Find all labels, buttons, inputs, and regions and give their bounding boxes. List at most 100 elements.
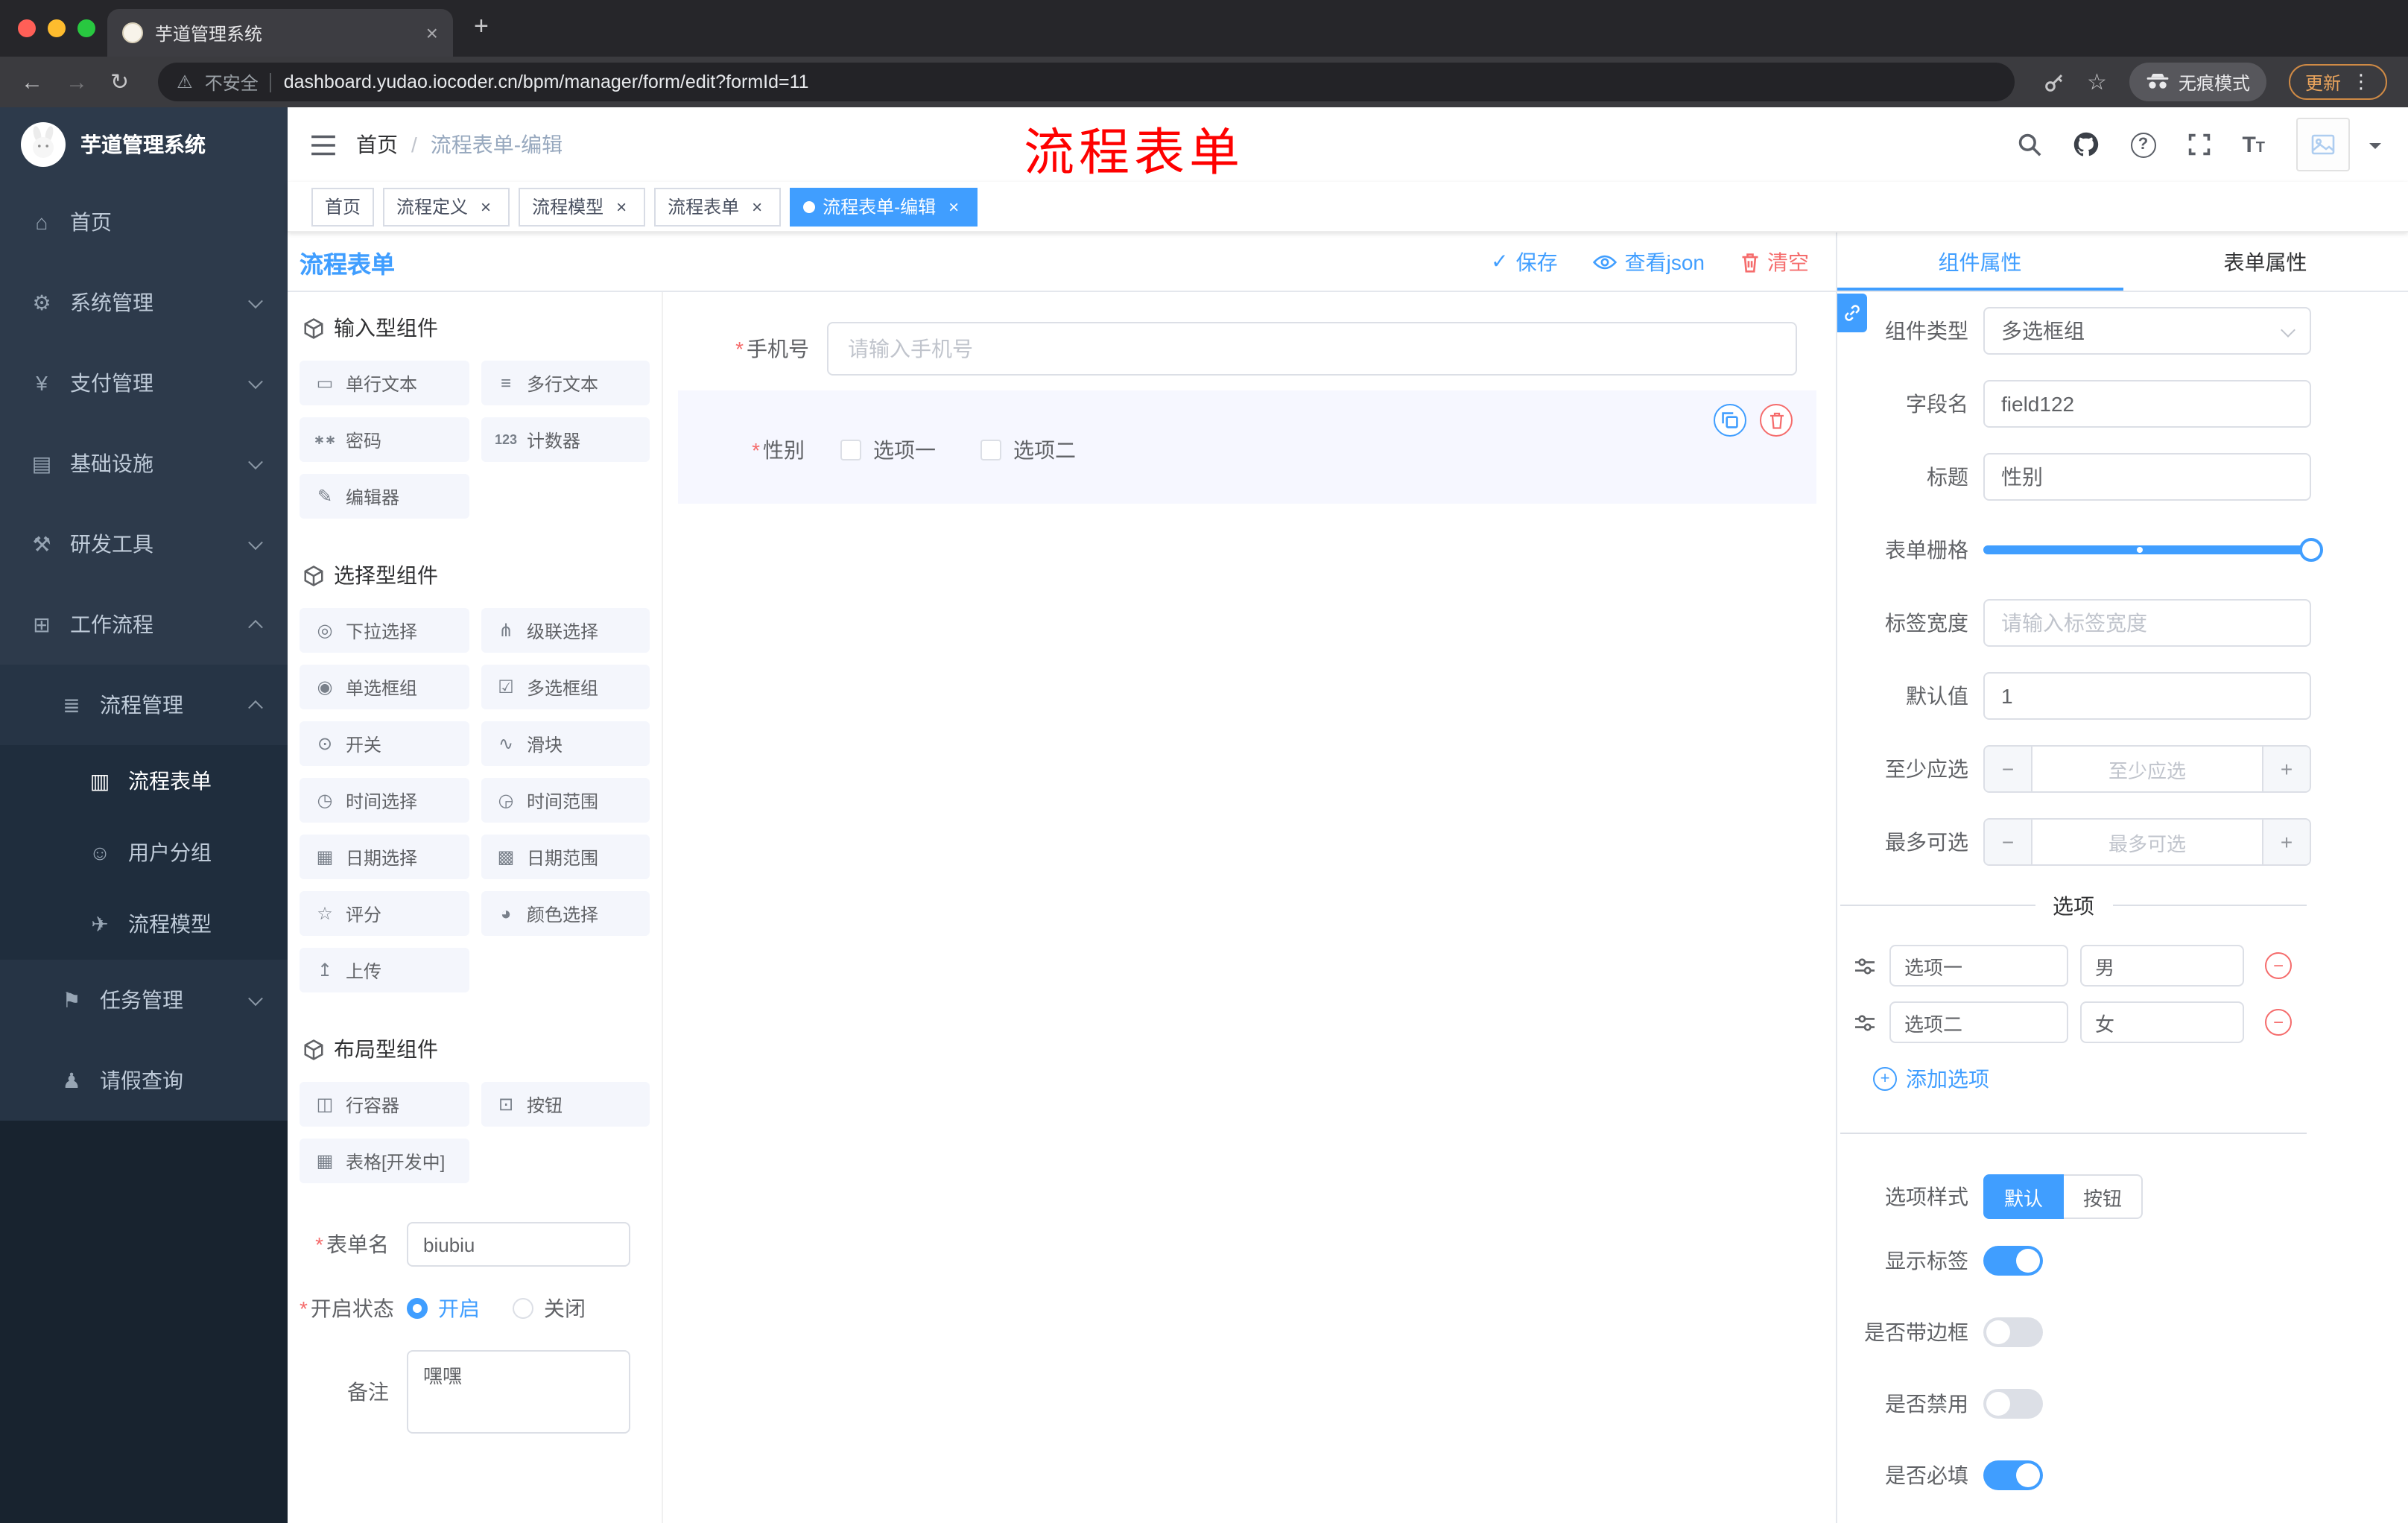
sidebar-item-home[interactable]: ⌂ 首页 — [0, 182, 288, 262]
stepper-placeholder[interactable]: 最多可选 — [2032, 820, 2262, 864]
palette-item-button[interactable]: ⊡ 按钮 — [481, 1082, 650, 1127]
style-default-button[interactable]: 默认 — [1983, 1174, 2065, 1219]
address-bar[interactable]: ⚠ 不安全 dashboard.yudao.iocoder.cn/bpm/man… — [157, 63, 2015, 101]
tag-home[interactable]: 首页 — [311, 187, 375, 226]
checkbox-option-1[interactable]: 选项一 — [840, 435, 936, 465]
default-value-input[interactable] — [1983, 672, 2311, 720]
close-icon[interactable]: × — [475, 196, 496, 217]
palette-item-radio-group[interactable]: ◉ 单选框组 — [300, 665, 469, 709]
search-icon[interactable] — [2017, 133, 2041, 156]
border-toggle[interactable] — [1983, 1317, 2043, 1347]
font-size-icon[interactable]: TT — [2242, 132, 2265, 157]
phone-input[interactable] — [827, 322, 1797, 376]
github-icon[interactable] — [2072, 131, 2099, 158]
delete-widget-button[interactable] — [1760, 404, 1793, 437]
forward-button[interactable]: → — [66, 71, 88, 93]
checkbox-box[interactable] — [840, 440, 861, 460]
label-width-input[interactable] — [1983, 599, 2311, 647]
remove-option-button[interactable]: − — [2265, 952, 2292, 979]
option-value-input[interactable] — [2080, 945, 2244, 987]
security-label[interactable]: 不安全 — [205, 69, 259, 95]
palette-item-cascader[interactable]: ⋔ 级联选择 — [481, 608, 650, 653]
tag-process-form-edit[interactable]: 流程表单-编辑 × — [790, 187, 978, 226]
palette-item-switch[interactable]: ⊙ 开关 — [300, 721, 469, 766]
close-tab-icon[interactable]: × — [426, 21, 438, 45]
back-button[interactable]: ← — [21, 71, 43, 93]
drag-handle-icon[interactable] — [1854, 1013, 1878, 1032]
palette-item-single-text[interactable]: ▭ 单行文本 — [300, 361, 469, 405]
drag-handle-icon[interactable] — [1854, 956, 1878, 975]
palette-item-select[interactable]: ◎ 下拉选择 — [300, 608, 469, 653]
increase-button[interactable]: + — [2262, 820, 2310, 864]
palette-item-upload[interactable]: ↥ 上传 — [300, 948, 469, 992]
option-value-input[interactable] — [2080, 1001, 2244, 1043]
phone-field-row[interactable]: * 手机号 — [678, 322, 1816, 376]
hamburger-menu-icon[interactable] — [288, 133, 356, 156]
help-icon[interactable]: ? — [2130, 132, 2156, 157]
tab-component-props[interactable]: 组件属性 — [1837, 232, 2123, 291]
required-toggle[interactable] — [1983, 1460, 2043, 1490]
form-remark-textarea[interactable]: 嘿嘿 — [407, 1350, 630, 1434]
style-button-button[interactable]: 按钮 — [2064, 1174, 2144, 1219]
fullscreen-icon[interactable] — [2187, 133, 2211, 156]
close-icon[interactable]: × — [747, 196, 767, 217]
increase-button[interactable]: + — [2262, 747, 2310, 791]
checkbox-box[interactable] — [980, 440, 1001, 460]
new-tab-button[interactable]: + — [474, 12, 489, 42]
close-window-button[interactable] — [18, 19, 36, 37]
palette-item-row-container[interactable]: ◫ 行容器 — [300, 1082, 469, 1127]
decrease-button[interactable]: − — [1985, 820, 2032, 864]
caret-down-icon[interactable] — [2369, 143, 2381, 155]
save-button[interactable]: ✓ 保存 — [1491, 247, 1557, 276]
palette-item-date-range[interactable]: ▩ 日期范围 — [481, 835, 650, 879]
sidebar-item-leave-query[interactable]: ♟ 请假查询 — [0, 1040, 288, 1121]
sidebar-item-process-model[interactable]: ✈ 流程模型 — [0, 888, 288, 960]
close-icon[interactable]: × — [943, 196, 964, 217]
zoom-window-button[interactable] — [77, 19, 95, 37]
reload-button[interactable]: ↻ — [110, 71, 129, 93]
form-name-input[interactable] — [407, 1222, 630, 1267]
url-text[interactable]: dashboard.yudao.iocoder.cn/bpm/manager/f… — [284, 72, 809, 92]
palette-item-password[interactable]: ∗∗ 密码 — [300, 417, 469, 462]
remove-option-button[interactable]: − — [2265, 1009, 2292, 1036]
component-type-select[interactable] — [1983, 307, 2311, 355]
sidebar-item-workflow[interactable]: ⊞ 工作流程 — [0, 584, 288, 665]
palette-item-time-range[interactable]: ◶ 时间范围 — [481, 778, 650, 823]
palette-item-date-picker[interactable]: ▦ 日期选择 — [300, 835, 469, 879]
palette-item-time-picker[interactable]: ◷ 时间选择 — [300, 778, 469, 823]
app-logo[interactable]: 芋道管理系统 — [0, 107, 288, 182]
option-label-input[interactable] — [1889, 945, 2068, 987]
gender-widget-selected[interactable]: * 性别 选项一 选项二 — [678, 390, 1816, 504]
palette-item-counter[interactable]: 123 计数器 — [481, 417, 650, 462]
update-button[interactable]: 更新 ⋮ — [2288, 64, 2387, 100]
clear-button[interactable]: 清空 — [1740, 247, 1809, 276]
palette-item-table[interactable]: ▦ 表格[开发中] — [300, 1139, 469, 1183]
select-input[interactable] — [1983, 307, 2311, 355]
radio-closed[interactable]: 关闭 — [513, 1294, 586, 1323]
show-label-toggle[interactable] — [1983, 1246, 2043, 1276]
slider-handle[interactable] — [2299, 538, 2323, 562]
tag-process-form[interactable]: 流程表单 × — [654, 187, 782, 226]
decrease-button[interactable]: − — [1985, 747, 2032, 791]
avatar[interactable] — [2296, 118, 2350, 171]
panel-collapse-handle[interactable] — [1837, 294, 1867, 332]
sidebar-item-infrastructure[interactable]: ▤ 基础设施 — [0, 423, 288, 504]
palette-item-color-picker[interactable]: ◕ 颜色选择 — [481, 891, 650, 936]
tag-process-model[interactable]: 流程模型 × — [519, 187, 646, 226]
close-icon[interactable]: × — [611, 196, 632, 217]
add-option-button[interactable]: + 添加选项 — [1837, 1064, 2408, 1094]
palette-item-multi-text[interactable]: ≡ 多行文本 — [481, 361, 650, 405]
key-icon[interactable] — [2042, 71, 2065, 93]
sidebar-item-task-management[interactable]: ⚑ 任务管理 — [0, 960, 288, 1040]
palette-item-slider[interactable]: ∿ 滑块 — [481, 721, 650, 766]
sidebar-item-process-form[interactable]: ▥ 流程表单 — [0, 745, 288, 817]
sidebar-item-user-groups[interactable]: ☺ 用户分组 — [0, 817, 288, 888]
palette-item-rate[interactable]: ☆ 评分 — [300, 891, 469, 936]
slider-track[interactable] — [1983, 538, 2323, 562]
field-name-input[interactable] — [1983, 380, 2311, 428]
title-input[interactable] — [1983, 453, 2311, 501]
palette-item-checkbox-group[interactable]: ☑ 多选框组 — [481, 665, 650, 709]
checkbox-option-2[interactable]: 选项二 — [980, 435, 1076, 465]
sidebar-item-process-management[interactable]: ≣ 流程管理 — [0, 665, 288, 745]
tag-process-definition[interactable]: 流程定义 × — [383, 187, 510, 226]
